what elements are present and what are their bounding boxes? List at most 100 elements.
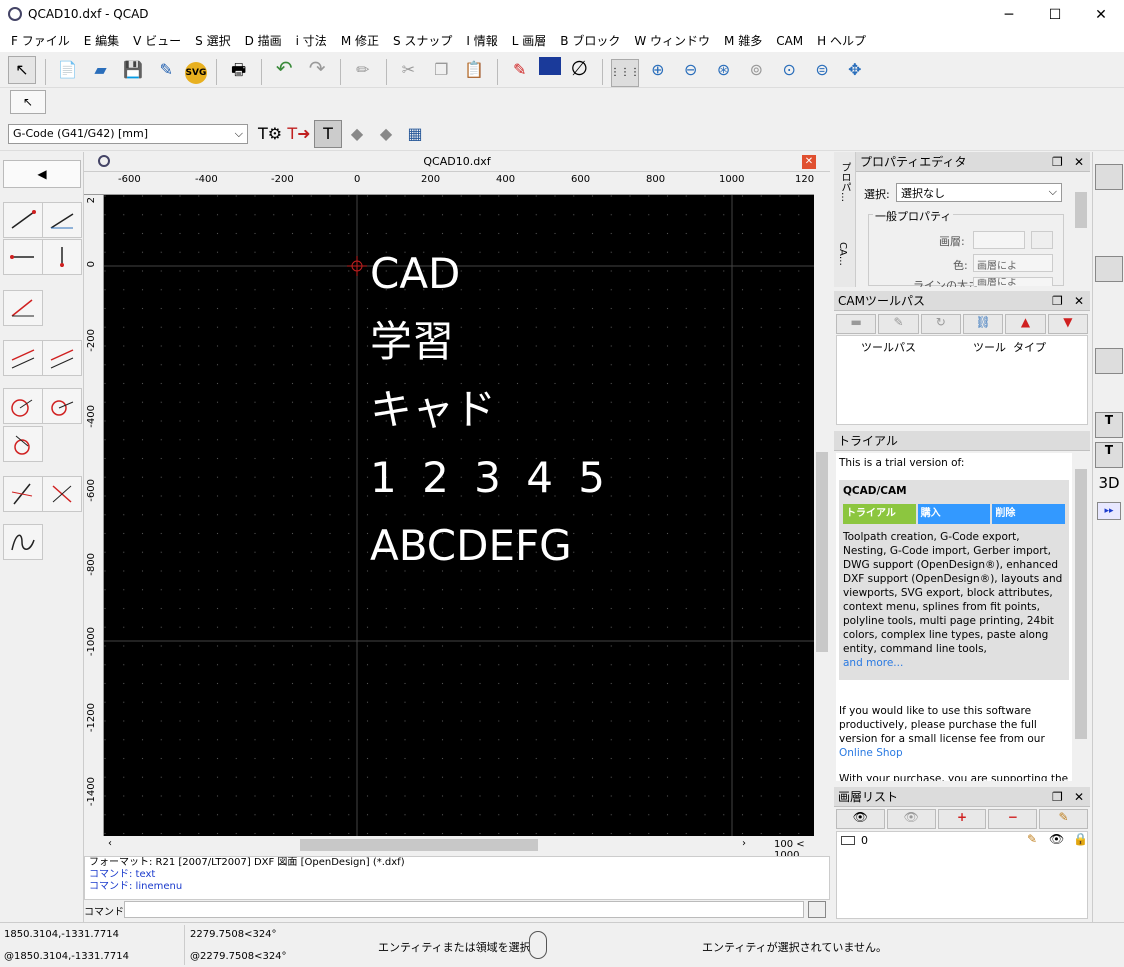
lock-icon[interactable]: 🔒 bbox=[1073, 832, 1088, 846]
circle-tangent-icon[interactable] bbox=[3, 426, 43, 462]
move-up-icon[interactable]: ▲ bbox=[1005, 314, 1046, 334]
scroll-thumb[interactable] bbox=[1075, 469, 1087, 739]
cam-tool-icon[interactable]: T bbox=[314, 119, 342, 148]
edit-icon[interactable]: ✎ bbox=[1027, 832, 1037, 846]
menu-layer[interactable]: L 画層 bbox=[505, 30, 554, 52]
float-icon[interactable]: ❐ bbox=[1052, 152, 1063, 172]
menu-snap[interactable]: S スナップ bbox=[386, 30, 459, 52]
pencil-icon[interactable]: ✏ bbox=[349, 56, 377, 84]
menu-select[interactable]: S 選択 bbox=[188, 30, 237, 52]
menu-view[interactable]: V ビュー bbox=[126, 30, 188, 52]
add-layer-icon[interactable]: + bbox=[937, 809, 987, 829]
online-shop-link[interactable]: Online Shop bbox=[839, 747, 903, 759]
scroll-right-icon[interactable]: › bbox=[742, 838, 746, 849]
scroll-left-icon[interactable]: ‹ bbox=[108, 838, 112, 849]
edit-toolpath-icon[interactable]: ✎ bbox=[878, 314, 919, 334]
menu-modify[interactable]: M 修正 bbox=[334, 30, 386, 52]
trial-scrollbar[interactable] bbox=[1074, 453, 1088, 781]
clipboard-toggle-icon[interactable] bbox=[1095, 378, 1123, 400]
refresh-toolpath-icon[interactable]: ↻ bbox=[920, 314, 961, 334]
circle-2points-icon[interactable] bbox=[42, 388, 82, 424]
draw-pen-icon[interactable]: ✎ bbox=[506, 56, 534, 84]
cam-layer2-icon[interactable]: ◆ bbox=[372, 120, 400, 148]
open-folder-icon[interactable]: ▰ bbox=[86, 56, 114, 84]
zoom-previous-icon[interactable]: ⊙ bbox=[775, 56, 803, 84]
grid-icon[interactable]: ⋮⋮⋮ bbox=[610, 58, 640, 87]
line-trim-icon[interactable] bbox=[3, 476, 43, 512]
property-scrollbar[interactable] bbox=[1074, 176, 1088, 286]
view-list-toggle-icon[interactable] bbox=[1095, 220, 1123, 242]
drawing-canvas[interactable]: CAD 学習 キャド 1 2 3 4 5 ABCDEFG bbox=[104, 195, 814, 836]
close-button[interactable]: ✕ bbox=[1078, 0, 1124, 30]
show-all-layers-icon[interactable]: 👁 bbox=[836, 809, 885, 829]
redo-icon[interactable]: ↷ bbox=[303, 54, 331, 82]
link-toolpath-icon[interactable]: ⛓ bbox=[962, 314, 1004, 334]
selection-filter-toggle-icon[interactable] bbox=[1095, 286, 1123, 308]
drawing-text-gakushu[interactable]: 学習 bbox=[370, 321, 454, 363]
property-editor-toggle-icon[interactable] bbox=[1095, 164, 1123, 190]
column-header-tool[interactable]: ツール bbox=[973, 339, 1006, 355]
close-document-icon[interactable]: ✕ bbox=[802, 155, 816, 169]
column-header-type[interactable]: タイプ bbox=[1013, 339, 1046, 355]
float-icon[interactable]: ❐ bbox=[1052, 291, 1063, 311]
back-arrow-icon[interactable]: ◀ bbox=[3, 160, 81, 188]
move-down-icon[interactable]: ▼ bbox=[1047, 314, 1088, 334]
cam-layer1-icon[interactable]: ◆ bbox=[343, 120, 371, 148]
hide-all-layers-icon[interactable]: 👁 bbox=[886, 809, 936, 829]
scroll-thumb[interactable] bbox=[300, 839, 538, 851]
linewidth-select[interactable]: 画層によ bbox=[973, 277, 1053, 286]
line-vertical-icon[interactable] bbox=[42, 239, 82, 275]
command-input[interactable] bbox=[124, 901, 804, 918]
undo-icon[interactable]: ↶ bbox=[270, 54, 298, 82]
layer-name[interactable]: 0 bbox=[861, 834, 868, 847]
menu-draw[interactable]: D 描画 bbox=[238, 30, 289, 52]
line-2points-icon[interactable] bbox=[3, 202, 43, 238]
menu-dimension[interactable]: i 寸法 bbox=[289, 30, 334, 52]
3d-view-toggle[interactable]: 3D bbox=[1095, 474, 1123, 494]
scroll-thumb[interactable] bbox=[816, 452, 828, 652]
close-panel-icon[interactable]: ✕ bbox=[1074, 291, 1084, 311]
canvas-vertical-scrollbar[interactable] bbox=[814, 172, 830, 836]
drawing-text-cad[interactable]: CAD bbox=[370, 253, 460, 295]
menu-file[interactable]: F ファイル bbox=[4, 30, 77, 52]
line-angle-icon[interactable] bbox=[42, 202, 82, 238]
drawing-text-alphabet[interactable]: ABCDEFG bbox=[370, 525, 572, 567]
tab-buy[interactable]: 購入 bbox=[917, 504, 991, 524]
drawing-text-numbers[interactable]: 1 2 3 4 5 bbox=[370, 457, 611, 499]
layer-select[interactable] bbox=[973, 231, 1025, 249]
remove-toolpath-icon[interactable]: ▬ bbox=[836, 314, 877, 334]
circle-center-point-icon[interactable] bbox=[3, 388, 43, 424]
line-intersect-icon[interactable] bbox=[42, 476, 82, 512]
command-toggle-icon[interactable] bbox=[808, 901, 826, 918]
library-browser-toggle-icon[interactable] bbox=[1095, 312, 1123, 334]
canvas-horizontal-scrollbar[interactable]: ‹ › 100 < 1000 bbox=[104, 836, 830, 861]
remove-layer-icon[interactable]: − bbox=[988, 809, 1038, 829]
background-color-icon[interactable] bbox=[538, 57, 561, 75]
circle-slash-icon[interactable]: ∅ bbox=[565, 54, 593, 82]
cut-icon[interactable]: ✂ bbox=[394, 56, 422, 84]
copy-icon[interactable]: ❐ bbox=[427, 56, 455, 84]
maximize-button[interactable]: ☐ bbox=[1032, 0, 1078, 30]
save-icon[interactable]: 💾 bbox=[119, 56, 147, 84]
zoom-out-icon[interactable]: ⊖ bbox=[677, 56, 705, 84]
tab-cam[interactable]: CA… bbox=[837, 242, 848, 266]
tab-remove[interactable]: 削除 bbox=[992, 504, 1066, 524]
layer-menu-icon[interactable] bbox=[1031, 231, 1053, 249]
cam-config-icon[interactable]: T⚙ bbox=[256, 120, 284, 148]
zoom-in-icon[interactable]: ⊕ bbox=[644, 56, 672, 84]
pan-icon[interactable]: ✥ bbox=[841, 56, 869, 84]
close-panel-icon[interactable]: ✕ bbox=[1074, 787, 1084, 807]
print-preview-icon[interactable]: 🖶 bbox=[225, 59, 253, 87]
zoom-selection-icon[interactable]: ⊚ bbox=[742, 56, 770, 84]
drawing-text-kyado[interactable]: キャド bbox=[370, 389, 496, 431]
menu-block[interactable]: B ブロック bbox=[553, 30, 627, 52]
menu-misc[interactable]: M 雑多 bbox=[717, 30, 769, 52]
dimension-icon[interactable] bbox=[3, 290, 43, 326]
zoom-auto-icon[interactable]: ⊛ bbox=[710, 56, 738, 84]
cam-nesting-icon[interactable]: ▦ bbox=[401, 120, 429, 148]
tab-properties[interactable]: プロパ… bbox=[837, 162, 852, 202]
menu-cam[interactable]: CAM bbox=[769, 30, 810, 52]
freehand-spline-icon[interactable] bbox=[3, 524, 43, 560]
selection-filter-select[interactable]: 選択なし ⌵ bbox=[896, 183, 1062, 202]
scroll-thumb[interactable] bbox=[1075, 192, 1087, 228]
